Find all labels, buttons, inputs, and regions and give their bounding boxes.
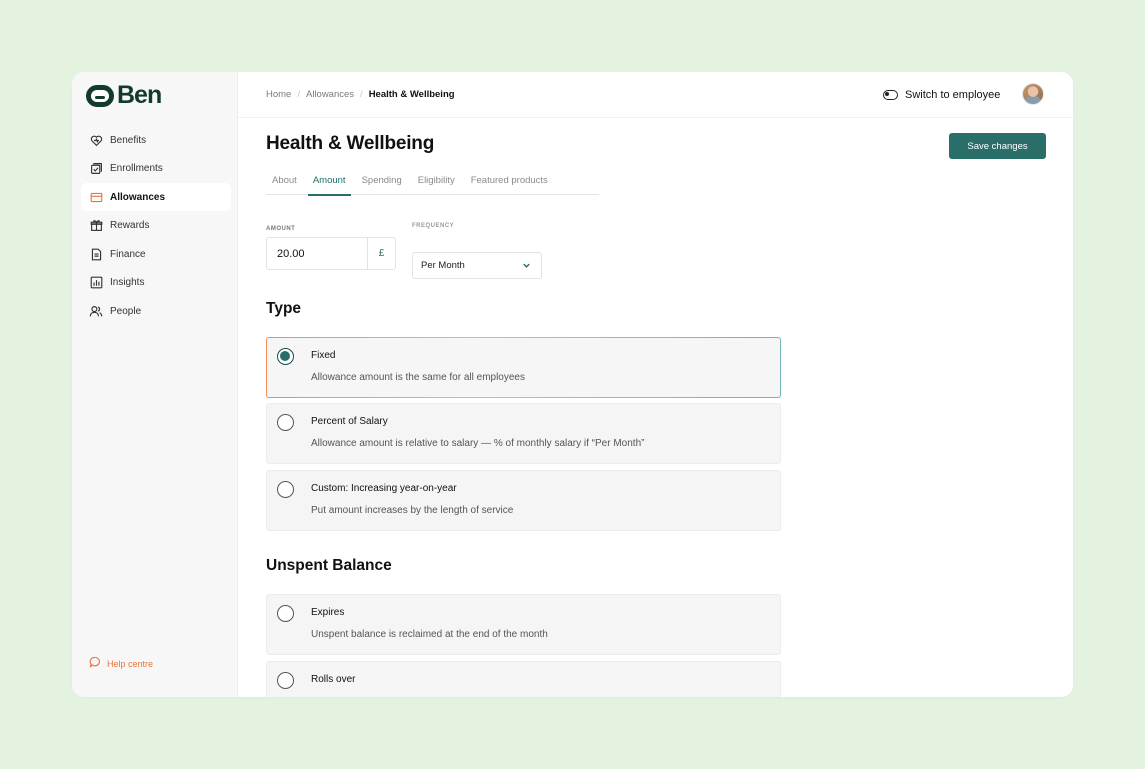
users-icon xyxy=(89,304,103,318)
type-option-percent-of-salary[interactable]: Percent of Salary Allowance amount is re… xyxy=(266,403,781,464)
radio-button[interactable] xyxy=(277,481,294,498)
tab-spending[interactable]: Spending xyxy=(356,175,408,195)
sidebar-item-rewards[interactable]: Rewards xyxy=(81,212,231,240)
radio-button[interactable] xyxy=(277,605,294,622)
sidebar-item-insights[interactable]: Insights xyxy=(81,269,231,297)
top-bar: Home / Allowances / Health & Wellbeing S… xyxy=(238,72,1073,118)
brand-name: Ben xyxy=(117,81,162,109)
page-title: Health & Wellbeing xyxy=(266,133,435,154)
type-section-title: Type xyxy=(266,300,302,317)
amount-label: AMOUNT xyxy=(266,226,296,232)
switch-label: Switch to employee xyxy=(905,89,1001,101)
breadcrumb-allowances[interactable]: Allowances xyxy=(306,89,354,100)
card-icon xyxy=(89,190,103,204)
chat-bubble-icon xyxy=(89,655,101,673)
tab-eligibility[interactable]: Eligibility xyxy=(412,175,461,195)
tab-bar: About Amount Spending Eligibility Featur… xyxy=(266,175,599,196)
sidebar-item-benefits[interactable]: Benefits xyxy=(81,126,231,154)
sidebar-item-finance[interactable]: Finance xyxy=(81,240,231,268)
toggle-icon xyxy=(883,90,898,100)
breadcrumb: Home / Allowances / Health & Wellbeing xyxy=(266,89,455,100)
option-description: Unspent balance is reclaimed at the end … xyxy=(311,629,548,640)
main-content: Health & Wellbeing Save changes About Am… xyxy=(238,118,1073,697)
breadcrumb-separator: / xyxy=(360,89,363,100)
unspent-option-expires[interactable]: Expires Unspent balance is reclaimed at … xyxy=(266,594,781,655)
currency-suffix: £ xyxy=(367,238,395,269)
option-description: Put amount increases by the length of se… xyxy=(311,505,514,516)
option-description: Allowance amount is relative to salary —… xyxy=(311,438,645,449)
option-title: Expires xyxy=(311,607,345,618)
switch-to-employee-toggle[interactable]: Switch to employee xyxy=(883,89,1000,101)
breadcrumb-current: Health & Wellbeing xyxy=(368,89,455,100)
option-title: Percent of Salary xyxy=(311,416,388,427)
save-changes-button[interactable]: Save changes xyxy=(949,133,1046,159)
gift-icon xyxy=(89,219,103,233)
type-option-fixed[interactable]: Fixed Allowance amount is the same for a… xyxy=(266,337,781,398)
breadcrumb-separator: / xyxy=(297,89,300,100)
help-centre-label: Help centre xyxy=(107,659,154,669)
tab-about[interactable]: About xyxy=(266,175,303,195)
frequency-label: FREQUENCY xyxy=(412,223,455,229)
sidebar-item-people[interactable]: People xyxy=(81,297,231,325)
type-option-custom[interactable]: Custom: Increasing year-on-year Put amou… xyxy=(266,470,781,531)
sidebar-item-label: Insights xyxy=(110,277,145,288)
unspent-balance-section-title: Unspent Balance xyxy=(266,557,392,574)
option-title: Rolls over xyxy=(311,674,356,685)
chevron-down-icon xyxy=(519,259,533,273)
app-window: Ben Benefits Enrollments Allowances Rewa… xyxy=(72,72,1073,697)
sidebar-item-label: Allowances xyxy=(110,191,166,203)
sidebar-item-label: People xyxy=(110,305,142,317)
breadcrumb-home[interactable]: Home xyxy=(266,89,291,100)
heart-icon xyxy=(89,133,103,147)
tab-featured-products[interactable]: Featured products xyxy=(465,175,554,195)
avatar[interactable] xyxy=(1022,83,1044,105)
sidebar-nav: Benefits Enrollments Allowances Rewards xyxy=(81,126,231,326)
document-icon xyxy=(89,247,103,261)
sidebar-item-label: Finance xyxy=(110,248,146,260)
brand-logo[interactable]: Ben xyxy=(86,81,162,109)
sidebar-item-allowances[interactable]: Allowances xyxy=(81,183,231,211)
option-title: Custom: Increasing year-on-year xyxy=(311,483,457,494)
frequency-value: Per Month xyxy=(421,260,465,271)
option-title: Fixed xyxy=(311,350,336,361)
option-description: Allowance amount is the same for all emp… xyxy=(311,372,525,383)
sidebar-item-label: Enrollments xyxy=(110,163,163,174)
amount-input[interactable] xyxy=(267,238,367,269)
chart-icon xyxy=(89,276,103,290)
unspent-option-rolls-over[interactable]: Rolls over xyxy=(266,661,781,697)
help-centre-link[interactable]: Help centre xyxy=(89,655,153,673)
radio-button[interactable] xyxy=(277,414,294,431)
sidebar-item-enrollments[interactable]: Enrollments xyxy=(81,155,231,183)
sidebar-item-label: Benefits xyxy=(110,134,147,146)
sidebar-item-label: Rewards xyxy=(110,220,150,231)
radio-button[interactable] xyxy=(277,348,294,365)
amount-field: £ xyxy=(266,237,396,270)
radio-button[interactable] xyxy=(277,672,294,689)
logo-icon xyxy=(86,84,114,107)
frequency-select[interactable]: Per Month xyxy=(412,252,542,279)
tab-amount[interactable]: Amount xyxy=(307,175,352,196)
checklist-icon xyxy=(89,162,103,176)
sidebar: Ben Benefits Enrollments Allowances Rewa… xyxy=(72,72,238,697)
